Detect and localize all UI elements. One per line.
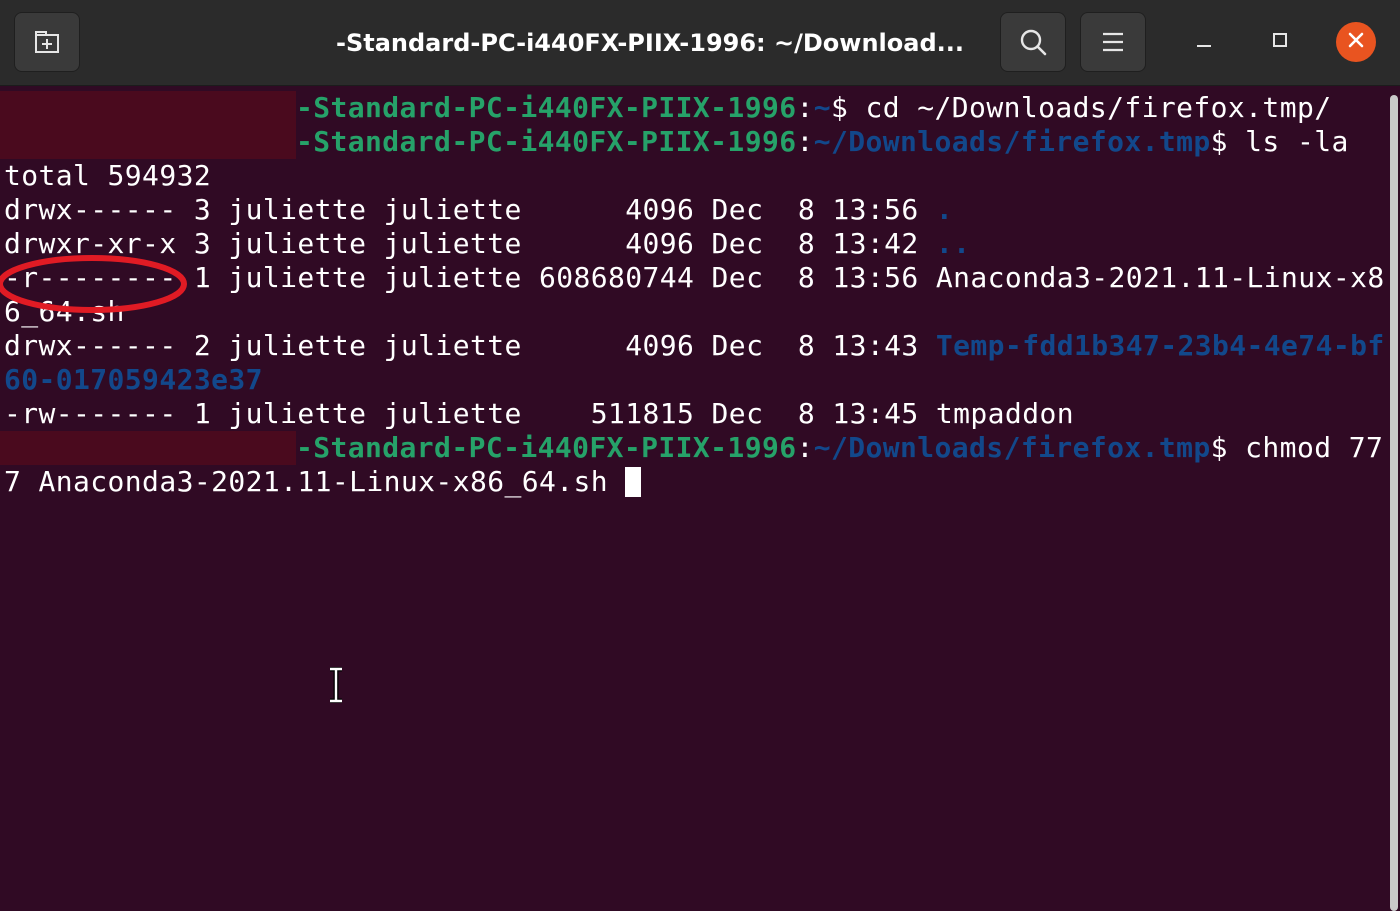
directory-name: .. [935, 227, 971, 260]
prompt-host: -Standard-PC-i440FX-PIIX-1996 [296, 91, 797, 124]
ibeam-cursor-icon [330, 667, 342, 703]
terminal-window: -Standard-PC-i440FX-PIIX-1996: ~/Downloa… [0, 0, 1400, 911]
terminal-output[interactable]: -Standard-PC-i440FX-PIIX-1996:~$ cd ~/Do… [0, 87, 1400, 911]
command-text: cd ~/Downloads/firefox.tmp/ [865, 91, 1332, 124]
prompt-host: -Standard-PC-i440FX-PIIX-1996 [296, 125, 797, 158]
terminal-line: -rw------- 1 juliette juliette 511815 De… [4, 397, 1074, 430]
ls-entry-text: drwx------ 2 juliette juliette 4096 Dec … [4, 329, 936, 362]
maximize-button[interactable] [1260, 22, 1300, 62]
command-text: ls -la [1245, 125, 1349, 158]
prompt-path: ~/Downloads/firefox.tmp [813, 431, 1211, 464]
terminal-line: -r-------- 1 juliette juliette 608680744… [4, 261, 1385, 294]
terminal-line: 60-017059423e37 [4, 363, 263, 397]
new-tab-icon [33, 29, 61, 55]
close-button[interactable] [1336, 22, 1376, 62]
minimize-button[interactable] [1184, 22, 1224, 62]
close-icon [1347, 31, 1365, 53]
terminal-line: 7 Anaconda3-2021.11-Linux-x86_64.sh [4, 465, 642, 499]
terminal-line: drwxr-xr-x 3 juliette juliette 4096 Dec … [4, 227, 970, 261]
terminal-line: -Standard-PC-i440FX-PIIX-1996:~/Download… [4, 125, 1349, 159]
ls-entry-text: drwx------ 3 juliette juliette 4096 Dec … [4, 193, 936, 226]
prompt-host: -Standard-PC-i440FX-PIIX-1996 [296, 431, 797, 464]
new-tab-button[interactable] [14, 12, 80, 72]
terminal-line: -Standard-PC-i440FX-PIIX-1996:~$ cd ~/Do… [4, 91, 1331, 125]
search-button[interactable] [1000, 12, 1066, 72]
prompt-colon: : [796, 125, 814, 158]
directory-name: 60-017059423e37 [4, 363, 263, 396]
search-icon [1018, 27, 1048, 57]
ls-entry-text: drwxr-xr-x 3 juliette juliette 4096 Dec … [4, 227, 936, 260]
menu-button[interactable] [1080, 12, 1146, 72]
scrollbar[interactable] [1390, 95, 1398, 911]
prompt-path: ~ [813, 91, 831, 124]
minimize-icon [1194, 30, 1214, 54]
command-text: 7 Anaconda3-2021.11-Linux-x86_64.sh [4, 465, 626, 498]
command-text: chmod 77 [1245, 431, 1384, 464]
header-bar: -Standard-PC-i440FX-PIIX-1996: ~/Downloa… [0, 0, 1400, 86]
prompt-colon: : [796, 431, 814, 464]
prompt-symbol: $ [1210, 125, 1246, 158]
terminal-line: drwx------ 2 juliette juliette 4096 Dec … [4, 329, 1385, 363]
prompt-path: ~/Downloads/firefox.tmp [813, 125, 1211, 158]
prompt-symbol: $ [1210, 431, 1246, 464]
prompt-colon: : [796, 91, 814, 124]
maximize-icon [1270, 30, 1290, 54]
prompt-symbol: $ [831, 91, 866, 124]
directory-name: . [935, 193, 954, 226]
directory-name: Temp-fdd1b347-23b4-4e74-bf [935, 329, 1385, 362]
text-cursor [625, 467, 642, 497]
hamburger-menu-icon [1101, 31, 1125, 53]
window-title: -Standard-PC-i440FX-PIIX-1996: ~/Downloa… [336, 29, 964, 57]
terminal-line: 6_64.sh [4, 295, 125, 328]
terminal-line: total 594932 [4, 159, 212, 192]
terminal-line: -Standard-PC-i440FX-PIIX-1996:~/Download… [4, 431, 1383, 465]
terminal-line: drwx------ 3 juliette juliette 4096 Dec … [4, 193, 953, 227]
